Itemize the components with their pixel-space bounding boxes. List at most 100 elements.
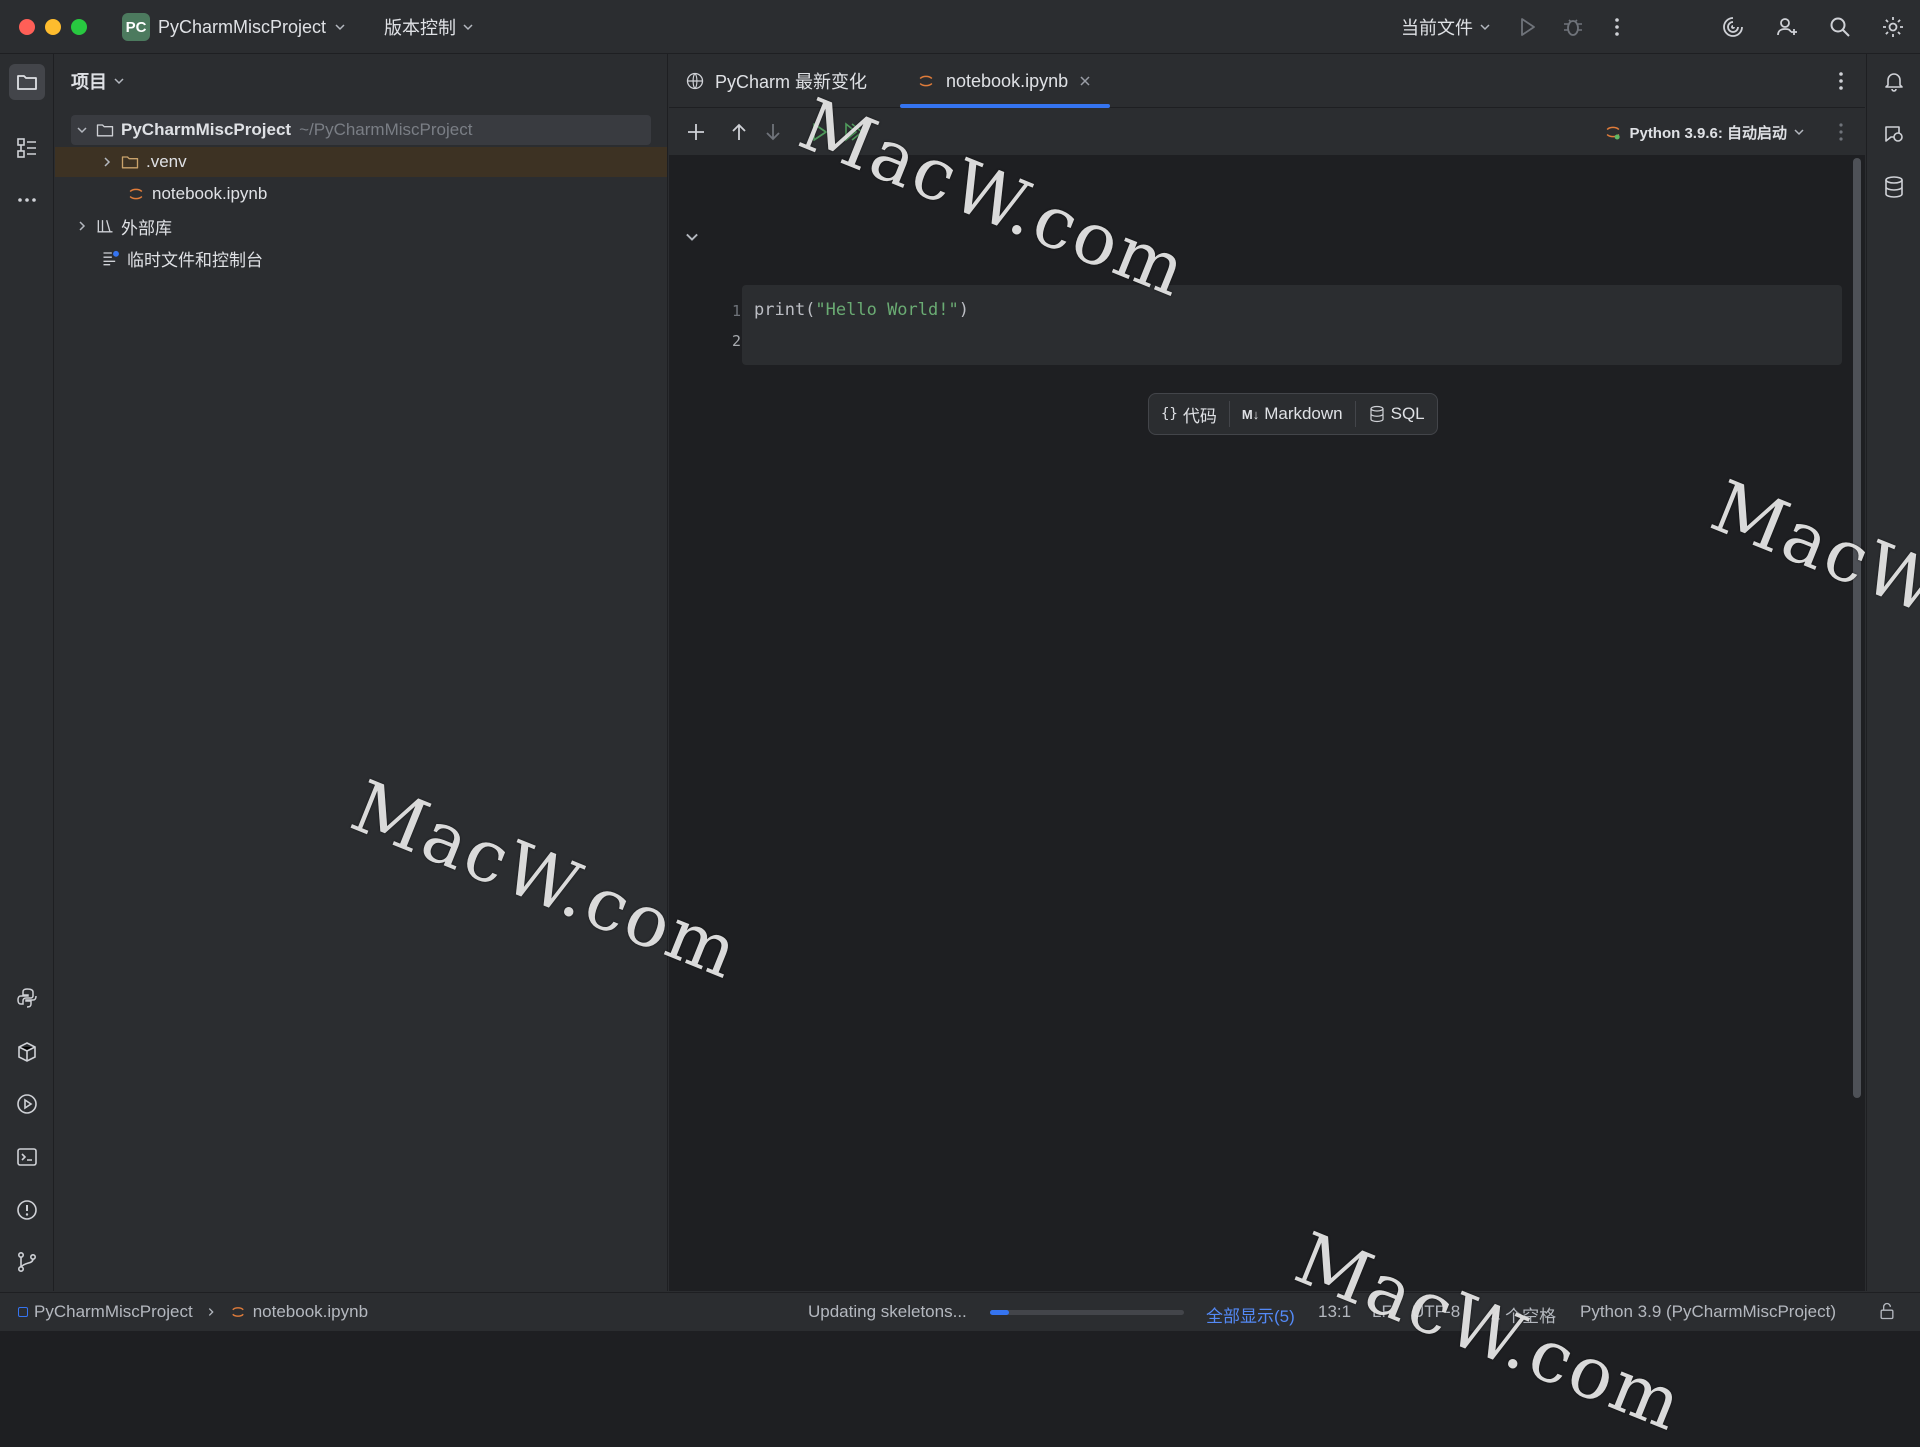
add-markdown-cell-button[interactable]: M↓ Markdown xyxy=(1230,394,1355,434)
structure-tool-button[interactable] xyxy=(9,130,45,166)
library-icon xyxy=(97,219,113,233)
tree-item-notebook[interactable]: notebook.ipynb xyxy=(71,179,651,209)
tree-item-project-root[interactable]: PyCharmMiscProject ~/PyCharmMiscProject xyxy=(71,115,651,145)
chevron-down-icon xyxy=(335,24,345,31)
vertical-scrollbar[interactable] xyxy=(1853,158,1861,1098)
problems-button[interactable] xyxy=(9,1192,45,1228)
lock-icon[interactable] xyxy=(1877,1301,1897,1321)
minimize-window-button[interactable] xyxy=(45,19,61,35)
code-string: "Hello World!" xyxy=(815,300,959,320)
jupyter-icon xyxy=(129,188,143,200)
chevron-down-icon xyxy=(463,24,473,31)
ai-chat-icon[interactable] xyxy=(1882,122,1906,146)
more-vertical-icon[interactable] xyxy=(1605,15,1629,39)
run-icon[interactable] xyxy=(1515,15,1539,39)
more-vertical-icon[interactable] xyxy=(1829,120,1853,144)
git-branch-icon xyxy=(15,1250,39,1274)
tab-label: notebook.ipynb xyxy=(946,70,1069,91)
background-task-label[interactable]: Updating skeletons... xyxy=(808,1302,967,1322)
add-markdown-label: Markdown xyxy=(1264,404,1343,423)
line-number: 2 xyxy=(731,332,741,350)
globe-icon xyxy=(686,72,704,90)
jupyter-kernel-icon xyxy=(1607,126,1621,140)
bell-icon[interactable] xyxy=(1882,69,1906,93)
tree-item-scratches[interactable]: 临时文件和控制台 xyxy=(71,243,651,273)
structure-icon xyxy=(15,136,39,160)
python-packages-button[interactable] xyxy=(9,1034,45,1070)
show-all-link[interactable]: 全部显示(5) xyxy=(1206,1302,1295,1327)
play-circle-icon xyxy=(15,1092,39,1116)
database-icon[interactable] xyxy=(1882,175,1906,199)
collapse-cell-icon[interactable] xyxy=(683,228,701,246)
vcs-menu[interactable]: 版本控制 xyxy=(384,12,474,42)
zoom-window-button[interactable] xyxy=(71,19,87,35)
project-panel-title: 项目 xyxy=(71,72,107,92)
progress-fill xyxy=(990,1310,1010,1315)
module-icon xyxy=(18,1307,28,1317)
tree-item-label: 临时文件和控制台 xyxy=(127,250,263,270)
add-user-icon[interactable] xyxy=(1775,15,1799,39)
database-icon xyxy=(1370,405,1384,423)
tree-item-venv[interactable]: .venv xyxy=(55,147,667,177)
ai-assistant-icon[interactable] xyxy=(1721,15,1745,39)
code-cell[interactable] xyxy=(742,285,1842,365)
project-switcher[interactable]: PC PyCharmMiscProject xyxy=(122,12,346,42)
chevron-right-icon[interactable] xyxy=(100,155,114,169)
tree-item-path: ~/PyCharmMiscProject xyxy=(299,120,473,139)
chevron-down-icon xyxy=(1480,24,1490,31)
status-bar: PyCharmMiscProject notebook.ipynb Updati… xyxy=(0,1292,1920,1331)
breadcrumb-project[interactable]: PyCharmMiscProject xyxy=(34,1302,193,1322)
add-code-cell-button[interactable]: {} 代码 xyxy=(1149,394,1229,434)
tree-item-label: .venv xyxy=(146,152,187,171)
background-task-progress xyxy=(990,1310,1184,1315)
left-tool-strip xyxy=(0,54,54,1291)
tab-notebook[interactable]: notebook.ipynb xyxy=(900,54,1110,108)
title-bar: PC PyCharmMiscProject 版本控制 当前文件 xyxy=(0,0,1920,54)
chevron-down-icon xyxy=(114,78,124,85)
services-button[interactable] xyxy=(9,1086,45,1122)
folder-icon xyxy=(121,156,139,169)
close-window-button[interactable] xyxy=(19,19,35,35)
interpreter-selector[interactable]: Python 3.9 (PyCharmMiscProject) xyxy=(1580,1302,1836,1322)
code-line[interactable]: print("Hello World!") xyxy=(754,300,969,320)
chevron-down-icon[interactable] xyxy=(75,123,89,137)
folder-icon xyxy=(96,124,114,137)
add-sql-cell-button[interactable]: SQL xyxy=(1356,394,1437,434)
code-paren: ) xyxy=(958,300,969,320)
git-button[interactable] xyxy=(9,1244,45,1280)
add-cell-toolbar: {} 代码 M↓ Markdown SQL xyxy=(1148,393,1438,435)
tree-item-external-libraries[interactable]: 外部库 xyxy=(71,211,651,241)
run-config-label: 当前文件 xyxy=(1401,18,1473,38)
search-icon[interactable] xyxy=(1828,15,1852,39)
add-cell-icon[interactable] xyxy=(684,120,708,144)
chevron-right-icon[interactable] xyxy=(75,219,89,233)
terminal-button[interactable] xyxy=(9,1139,45,1175)
add-sql-label: SQL xyxy=(1390,404,1425,423)
tab-label: PyCharm 最新变化 xyxy=(715,72,868,92)
move-down-icon[interactable] xyxy=(761,120,785,144)
kernel-selector[interactable]: Python 3.9.6: 自动启动 xyxy=(1603,120,1805,144)
kernel-label: Python 3.9.6: 自动启动 xyxy=(1629,124,1787,142)
run-config-selector[interactable]: 当前文件 xyxy=(1401,12,1491,42)
packages-icon xyxy=(15,1040,39,1064)
tree-item-label: PyCharmMiscProject xyxy=(121,120,292,139)
debug-icon[interactable] xyxy=(1561,15,1585,39)
right-tool-strip xyxy=(1866,54,1920,1291)
more-tools-button[interactable] xyxy=(9,182,45,218)
move-up-icon[interactable] xyxy=(727,120,751,144)
close-icon[interactable] xyxy=(1078,74,1092,88)
tree-item-label: notebook.ipynb xyxy=(152,184,268,203)
line-number: 1 xyxy=(731,302,741,320)
breadcrumb-file[interactable]: notebook.ipynb xyxy=(253,1302,368,1322)
project-tool-button[interactable] xyxy=(9,64,45,100)
warning-circle-icon xyxy=(15,1198,39,1222)
gear-icon[interactable] xyxy=(1881,15,1905,39)
python-icon xyxy=(15,986,39,1010)
jupyter-icon xyxy=(231,1307,244,1317)
project-panel-header[interactable]: 项目 xyxy=(71,68,125,94)
python-console-button[interactable] xyxy=(9,980,45,1016)
add-code-label: 代码 xyxy=(1182,406,1217,426)
scratches-icon xyxy=(103,250,119,266)
braces-icon: {} xyxy=(1161,406,1178,422)
more-vertical-icon[interactable] xyxy=(1829,69,1853,93)
